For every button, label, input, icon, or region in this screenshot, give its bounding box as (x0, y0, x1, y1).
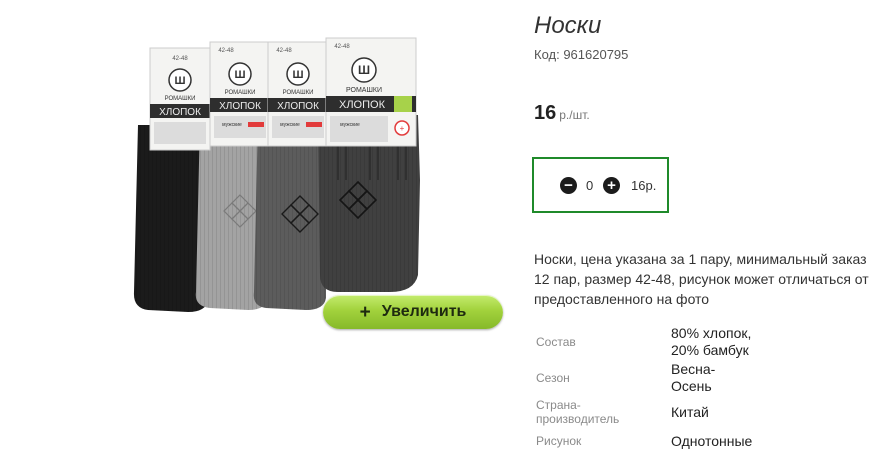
svg-text:Ш: Ш (358, 63, 370, 77)
svg-text:ХЛОПОК: ХЛОПОК (339, 99, 386, 111)
spec-key: Сезон (536, 371, 570, 385)
product-description: Носки, цена указана за 1 пару, минимальн… (534, 251, 869, 307)
spec-key: Страна- производитель (536, 398, 671, 426)
spec-row-pattern: Рисунок Однотонные (536, 432, 752, 450)
svg-text:+: + (400, 124, 405, 133)
spec-value: 80% хлопок, 20% бамбук (671, 325, 751, 359)
svg-text:42-48: 42-48 (334, 44, 350, 50)
product-code: Код: 961620795 (534, 47, 629, 62)
price-unit: р./шт. (559, 108, 590, 122)
plus-icon: + (359, 301, 371, 323)
product-price: 16 р./шт. (534, 102, 590, 125)
svg-text:РОМАШКИ: РОМАШКИ (346, 87, 382, 94)
svg-text:РОМАШКИ: РОМАШКИ (225, 90, 256, 96)
spec-value-line: Осень (671, 378, 712, 394)
svg-text:мужские: мужские (280, 122, 300, 128)
svg-text:РОМАШКИ: РОМАШКИ (283, 90, 314, 96)
svg-text:42-48: 42-48 (218, 48, 234, 54)
svg-text:ХЛОПОК: ХЛОПОК (277, 101, 319, 112)
svg-text:ХЛОПОК: ХЛОПОК (159, 107, 201, 118)
spec-value-line: 20% бамбук (671, 342, 749, 358)
spec-value: Однотонные (671, 432, 753, 449)
minus-icon[interactable]: − (560, 177, 577, 194)
spec-key: Рисунок (536, 434, 582, 448)
svg-text:ХЛОПОК: ХЛОПОК (219, 101, 261, 112)
svg-text:Ш: Ш (174, 75, 185, 87)
spec-key: Состав (536, 335, 576, 349)
product-image-area: 42-48 Ш РОМАШКИ ХЛОПОК 42-48 Ш РОМАШКИ Х… (0, 0, 520, 469)
svg-text:Ш: Ш (292, 69, 303, 81)
spec-value: Китай (671, 403, 709, 420)
svg-text:РОМАШКИ: РОМАШКИ (165, 96, 196, 102)
zoom-button[interactable]: + Увеличить (323, 295, 503, 329)
quantity-stepper: − 0 + 16р. (532, 157, 669, 213)
product-photo[interactable]: 42-48 Ш РОМАШКИ ХЛОПОК 42-48 Ш РОМАШКИ Х… (128, 30, 428, 322)
quantity-total: 16р. (631, 178, 657, 193)
spec-key-line: производитель (536, 412, 620, 426)
svg-text:Ш: Ш (234, 69, 245, 81)
svg-text:мужские: мужские (340, 122, 360, 128)
spec-row-season: Сезон Весна- Осень (536, 361, 715, 395)
packaging-cards: 42-48 Ш РОМАШКИ ХЛОПОК 42-48 Ш РОМАШКИ Х… (149, 37, 417, 151)
plus-circle-icon[interactable]: + (603, 177, 620, 194)
price-value: 16 (534, 102, 557, 124)
spec-row-composition: Состав 80% хлопок, 20% бамбук (536, 325, 751, 359)
spec-value: Весна- Осень (671, 361, 715, 395)
svg-text:42-48: 42-48 (276, 48, 292, 54)
product-title: Носки (534, 12, 602, 39)
spec-value-line: Весна- (671, 361, 716, 377)
svg-text:мужские: мужские (222, 122, 242, 128)
spec-value-line: 80% хлопок, (671, 325, 752, 341)
spec-key-line: Страна- (536, 398, 581, 412)
svg-text:42-48: 42-48 (172, 56, 188, 62)
spec-row-country: Страна- производитель Китай (536, 396, 709, 428)
quantity-value: 0 (586, 178, 594, 193)
sock-dark-grey (253, 118, 326, 310)
zoom-label: Увеличить (381, 303, 467, 320)
